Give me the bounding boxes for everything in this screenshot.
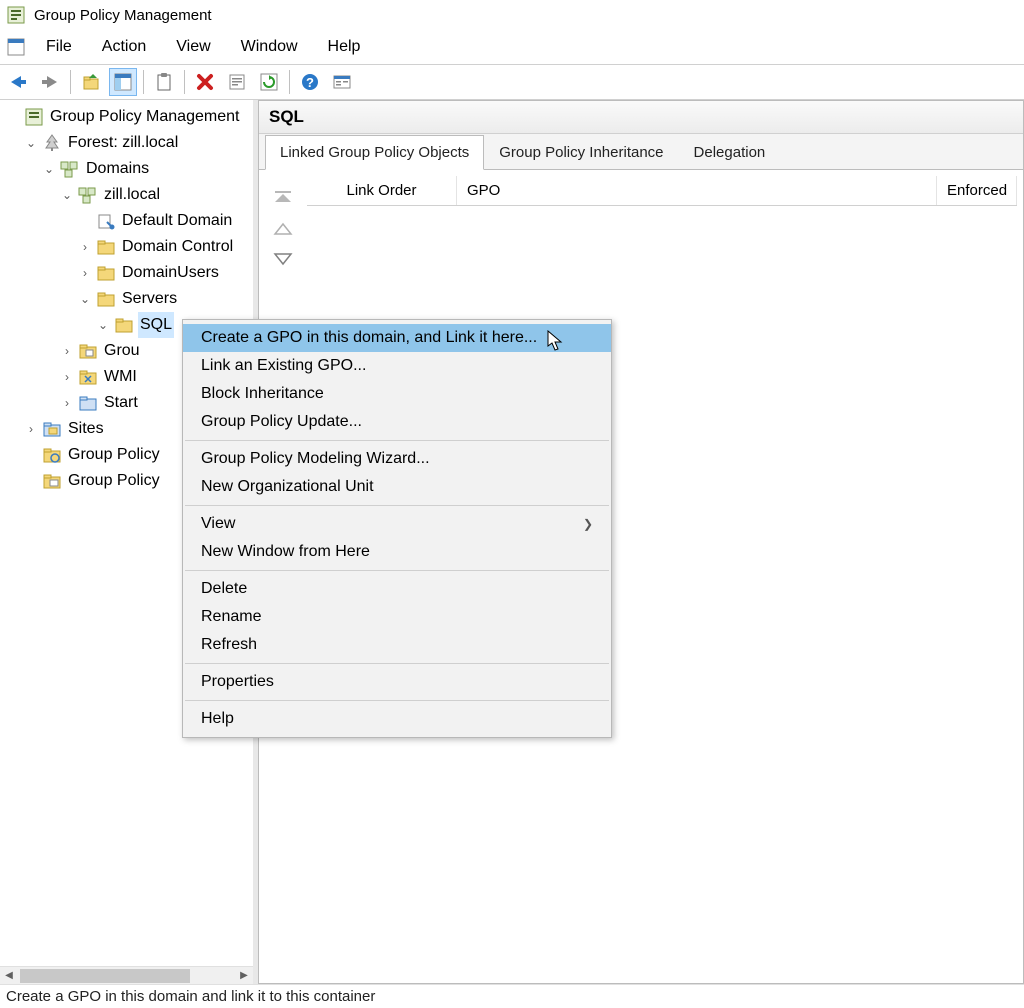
ou-icon: [96, 237, 116, 257]
tab-strip: Linked Group Policy Objects Group Policy…: [259, 134, 1023, 170]
ou-icon: [96, 263, 116, 283]
ou-icon: [96, 289, 116, 309]
col-link-order[interactable]: Link Order: [307, 176, 457, 205]
ctx-separator: [185, 440, 609, 441]
toolbar: ?: [0, 64, 1024, 100]
expander-icon[interactable]: ›: [24, 416, 38, 442]
ctx-separator: [185, 570, 609, 571]
refresh-button[interactable]: [255, 68, 283, 96]
expander-icon[interactable]: ›: [60, 338, 74, 364]
forest-icon: [42, 133, 62, 153]
expander-icon[interactable]: ⌄: [78, 286, 92, 312]
tree-root[interactable]: Group Policy Management: [6, 104, 253, 130]
menu-bar: File Action View Window Help: [0, 30, 1024, 64]
gpm-icon: [24, 107, 44, 127]
properties-button[interactable]: [223, 68, 251, 96]
clipboard-button[interactable]: [150, 68, 178, 96]
tree-forest[interactable]: ⌄ Forest: zill.local: [6, 130, 253, 156]
context-menu: Create a GPO in this domain, and Link it…: [182, 319, 612, 738]
tree-domain-users[interactable]: › DomainUsers: [6, 260, 253, 286]
gpo-container-icon: [78, 341, 98, 361]
ctx-help[interactable]: Help: [183, 705, 611, 733]
ctx-delete[interactable]: Delete: [183, 575, 611, 603]
starter-icon: [78, 393, 98, 413]
ctx-view[interactable]: View❯: [183, 510, 611, 538]
submenu-arrow-icon: ❯: [583, 517, 593, 531]
move-up-icon[interactable]: [273, 222, 293, 236]
show-hide-tree-button[interactable]: [109, 68, 137, 96]
menu-action[interactable]: Action: [88, 34, 160, 60]
ctx-separator: [185, 700, 609, 701]
status-text: Create a GPO in this domain and link it …: [6, 988, 375, 1005]
results-icon: [42, 471, 62, 491]
menu-view[interactable]: View: [162, 34, 224, 60]
forward-button[interactable]: [36, 68, 64, 96]
delete-button[interactable]: [191, 68, 219, 96]
ctx-new-window[interactable]: New Window from Here: [183, 538, 611, 566]
tree-default-domain[interactable]: Default Domain: [6, 208, 253, 234]
tree-domain-zill[interactable]: ⌄ zill.local: [6, 182, 253, 208]
window-title: Group Policy Management: [34, 7, 212, 24]
expander-icon[interactable]: ⌄: [96, 312, 110, 338]
expander-icon[interactable]: ⌄: [60, 182, 74, 208]
expander-icon[interactable]: ›: [60, 390, 74, 416]
scroll-thumb[interactable]: [20, 969, 190, 983]
scroll-left-icon[interactable]: ◀: [0, 968, 18, 984]
menu-help[interactable]: Help: [314, 34, 375, 60]
ctx-block-inheritance[interactable]: Block Inheritance: [183, 380, 611, 408]
domains-icon: [60, 159, 80, 179]
ctx-separator: [185, 663, 609, 664]
scroll-right-icon[interactable]: ▶: [235, 968, 253, 984]
tree-horizontal-scrollbar[interactable]: ◀ ▶: [0, 966, 253, 984]
menu-icon: [6, 37, 26, 57]
sites-icon: [42, 419, 62, 439]
up-button[interactable]: [77, 68, 105, 96]
expander-icon[interactable]: ⌄: [42, 156, 56, 182]
toolbar-separator: [184, 70, 185, 94]
modeling-icon: [42, 445, 62, 465]
tab-linked[interactable]: Linked Group Policy Objects: [265, 135, 484, 170]
filter-button[interactable]: [328, 68, 356, 96]
ctx-gpm-wizard[interactable]: Group Policy Modeling Wizard...: [183, 445, 611, 473]
toolbar-separator: [289, 70, 290, 94]
wmi-icon: [78, 367, 98, 387]
expander-icon[interactable]: ⌄: [24, 130, 38, 156]
ou-icon: [114, 315, 134, 335]
ctx-new-ou[interactable]: New Organizational Unit: [183, 473, 611, 501]
toolbar-separator: [143, 70, 144, 94]
ctx-separator: [185, 505, 609, 506]
domain-icon: [78, 185, 98, 205]
svg-text:?: ?: [306, 75, 314, 90]
expander-icon[interactable]: ›: [78, 234, 92, 260]
col-enforced[interactable]: Enforced: [937, 176, 1017, 205]
gpo-link-icon: [96, 211, 116, 231]
ctx-link-existing[interactable]: Link an Existing GPO...: [183, 352, 611, 380]
tab-inheritance[interactable]: Group Policy Inheritance: [484, 135, 678, 170]
title-bar: Group Policy Management: [0, 0, 1024, 30]
toolbar-separator: [70, 70, 71, 94]
move-down-icon[interactable]: [273, 252, 293, 266]
col-gpo[interactable]: GPO: [457, 176, 937, 205]
ctx-refresh[interactable]: Refresh: [183, 631, 611, 659]
menu-file[interactable]: File: [32, 34, 86, 60]
move-top-icon[interactable]: [273, 190, 293, 206]
ctx-gp-update[interactable]: Group Policy Update...: [183, 408, 611, 436]
tree-domains[interactable]: ⌄ Domains: [6, 156, 253, 182]
column-headers: Link Order GPO Enforced: [307, 176, 1017, 206]
ctx-properties[interactable]: Properties: [183, 668, 611, 696]
expander-icon[interactable]: ›: [78, 260, 92, 286]
menu-window[interactable]: Window: [227, 34, 312, 60]
tree-domain-controllers[interactable]: › Domain Control: [6, 234, 253, 260]
app-icon: [6, 5, 26, 25]
tab-delegation[interactable]: Delegation: [679, 135, 781, 170]
content-header: SQL: [259, 101, 1023, 134]
expander-icon[interactable]: ›: [60, 364, 74, 390]
status-bar: Create a GPO in this domain and link it …: [0, 984, 1024, 1008]
tree-servers[interactable]: ⌄ Servers: [6, 286, 253, 312]
ctx-create-gpo[interactable]: Create a GPO in this domain, and Link it…: [183, 324, 611, 352]
back-button[interactable]: [4, 68, 32, 96]
help-button[interactable]: ?: [296, 68, 324, 96]
ctx-rename[interactable]: Rename: [183, 603, 611, 631]
